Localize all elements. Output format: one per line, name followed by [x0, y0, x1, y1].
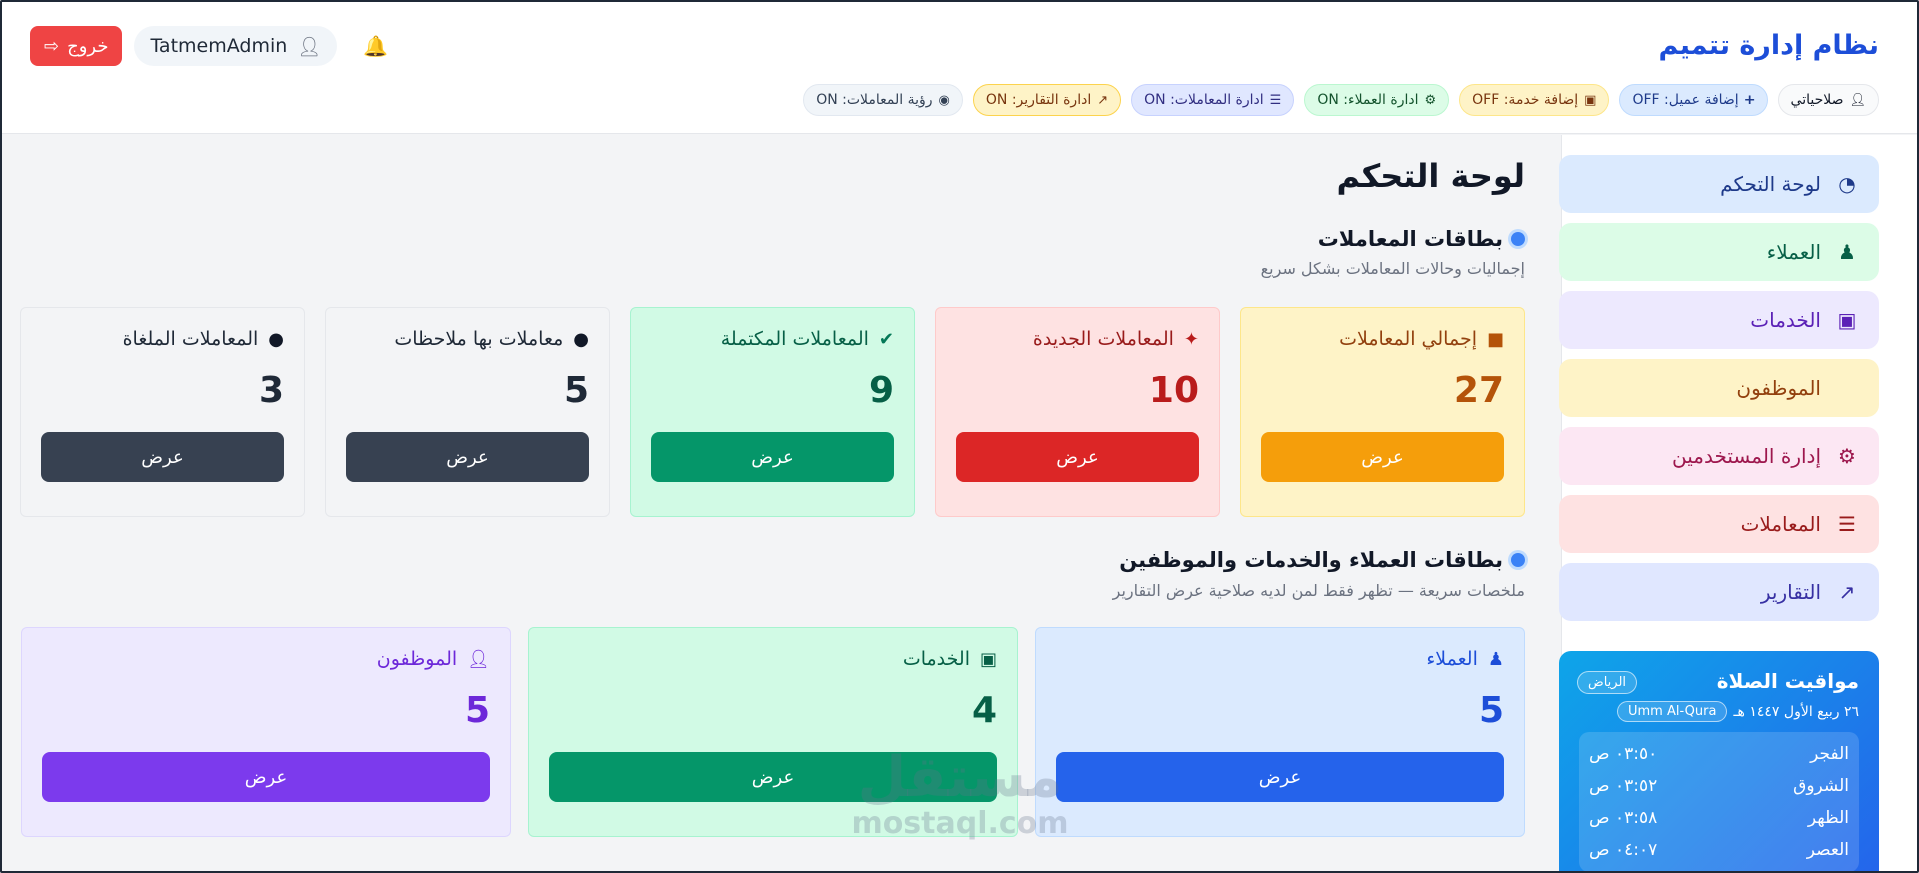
permissions-title: 👤︎ صلاحياتي [1777, 84, 1879, 116]
list-check-icon: ☰ [1269, 92, 1282, 108]
view-button[interactable]: عرض [41, 432, 284, 482]
hijri-date-row: ٢٦ ربيع الأول ١٤٤٧ هـ Umm Al-Qura [1579, 701, 1859, 722]
circle-icon: ● [573, 328, 589, 350]
perm-add-service: ▣ إضافة خدمة: OFF [1459, 84, 1610, 116]
view-button[interactable]: عرض [1261, 432, 1504, 482]
card-value: 5 [1478, 690, 1504, 731]
sidebar-item-dashboard[interactable]: ◔ لوحة التحكم [1559, 155, 1879, 213]
card-title: ■ إجمالي المعاملات [1339, 328, 1504, 350]
sidebar-item-services[interactable]: ▣ الخدمات [1559, 291, 1879, 349]
sidebar-item-transactions[interactable]: ☰ المعاملات [1559, 495, 1879, 553]
card-title: ✔ المعاملات المكتملة [720, 328, 894, 350]
view-button[interactable]: عرض [42, 752, 490, 802]
transactions-section-subtitle: إجماليات وحالات المعاملات بشكل سريع [1260, 259, 1525, 278]
card-title: ✦ المعاملات الجديدة [1032, 328, 1199, 350]
gauge-icon: ◔ [1838, 172, 1856, 196]
section-dot [1511, 232, 1525, 246]
sidebar-item-reports[interactable]: ↗ التقارير [1559, 563, 1879, 621]
card-title: 👤︎ الموظفون [376, 648, 490, 670]
sidebar-item-user-management[interactable]: ⚙ إدارة المستخدمين [1559, 427, 1879, 485]
user-icon: 👤︎ [467, 648, 490, 670]
user-menu[interactable]: TatmemAdmin 👤︎ [134, 26, 338, 66]
view-button[interactable]: عرض [1056, 752, 1504, 802]
username: TatmemAdmin [150, 35, 288, 57]
card-value: 27 [1453, 370, 1504, 411]
view-button[interactable]: عرض [549, 752, 997, 802]
prayer-row: العصر ٠٤:٠٧ ص [1589, 840, 1849, 860]
sidebar: ◔ لوحة التحكم ♟ العملاء ▣ الخدمات الموظف… [1559, 135, 1917, 873]
perm-manage-clients: ⚙ ادارة العملاء: ON [1304, 84, 1450, 116]
users-icon: ♟ [1838, 240, 1856, 264]
prayer-times-list: الفجر ٠٣:٥٠ ص الشروق ٠٣:٥٢ ص الظهر ٠٣:٥٨… [1579, 732, 1859, 872]
clipboard-icon: ■ [1486, 328, 1504, 350]
top-header: نظام إدارة تتميم ⇨ خروج TatmemAdmin 👤︎ 🔔… [2, 2, 1917, 134]
sparkles-icon: ✦ [1183, 328, 1199, 350]
sidebar-item-employees[interactable]: الموظفون [1559, 359, 1879, 417]
view-button[interactable]: عرض [346, 432, 589, 482]
brand-title: نظام إدارة تتميم [1658, 30, 1879, 61]
bell-icon[interactable]: 🔔 [363, 34, 388, 58]
user-plus-icon: ➕︎ [1744, 92, 1755, 108]
card-value: 9 [868, 370, 894, 411]
perm-add-client: ➕︎ إضافة عميل: OFF [1619, 84, 1768, 116]
card-title: ● المعاملات الملغاة [122, 328, 284, 350]
prayer-row: الفجر ٠٣:٥٠ ص [1589, 744, 1849, 764]
card-title: ▣ الخدمات [902, 648, 997, 670]
card-value: 3 [258, 370, 284, 411]
card-clients: ♟ العملاء 5 عرض [1035, 627, 1525, 837]
main-content: لوحة التحكم بطاقات المعاملات إجماليات وح… [2, 135, 1561, 871]
header-actions: ⇨ خروج TatmemAdmin 👤︎ 🔔 [30, 26, 388, 66]
prayer-row: الظهر ٠٣:٥٨ ص [1589, 808, 1849, 828]
transactions-section-title: بطاقات المعاملات [1318, 227, 1525, 251]
eye-icon: ◉ [938, 92, 950, 108]
city-badge: الرياض [1577, 671, 1638, 694]
card-new-transactions: ✦ المعاملات الجديدة 10 عرض [935, 307, 1220, 517]
view-button[interactable]: عرض [956, 432, 1199, 482]
chart-line-icon: ↗ [1097, 92, 1109, 108]
chart-line-icon: ↗ [1838, 580, 1856, 604]
card-services: ▣ الخدمات 4 عرض [528, 627, 1018, 837]
perm-manage-reports: ↗ ادارة التقارير: ON [972, 84, 1122, 116]
logout-label: خروج [67, 35, 109, 57]
logout-button[interactable]: ⇨ خروج [30, 26, 123, 66]
users-icon: ♟ [1487, 648, 1504, 670]
user-gear-icon: ⚙ [1424, 92, 1437, 108]
prayer-row: الشروق ٠٣:٥٢ ص [1589, 776, 1849, 796]
list-check-icon: ☰ [1838, 512, 1856, 536]
prayer-times-widget: مواقيت الصلاة الرياض ٢٦ ربيع الأول ١٤٤٧ … [1559, 651, 1879, 873]
card-title: ● معاملات بها ملاحظات [394, 328, 589, 350]
hijri-date: ٢٦ ربيع الأول ١٤٤٧ هـ [1733, 703, 1859, 720]
card-value: 4 [971, 690, 997, 731]
card-value: 5 [464, 690, 490, 731]
card-notes-transactions: ● معاملات بها ملاحظات 5 عرض [325, 307, 610, 517]
user-shield-icon: 👤︎ [1849, 92, 1866, 108]
user-icon: 👤︎ [297, 35, 322, 58]
logout-icon: ⇨ [44, 35, 60, 57]
card-employees: 👤︎ الموظفون 5 عرض [21, 627, 511, 837]
calendar-badge: Umm Al-Qura [1617, 701, 1728, 722]
card-value: 10 [1148, 370, 1199, 411]
card-total-transactions: ■ إجمالي المعاملات 27 عرض [1240, 307, 1525, 517]
summary-section-title: بطاقات العملاء والخدمات والموظفين [1119, 548, 1525, 572]
view-button[interactable]: عرض [651, 432, 894, 482]
permissions-bar: 👤︎ صلاحياتي ➕︎ إضافة عميل: OFF ▣ إضافة خ… [803, 84, 1879, 116]
summary-section-subtitle: ملخصات سريعة — تظهر فقط لمن لديه صلاحية … [1112, 581, 1525, 600]
card-completed-transactions: ✔ المعاملات المكتملة 9 عرض [630, 307, 915, 517]
circle-icon: ● [268, 328, 284, 350]
page-title: لوحة التحكم [1336, 157, 1526, 195]
card-value: 5 [563, 370, 589, 411]
perm-manage-transactions: ☰ ادارة المعاملات: ON [1131, 84, 1295, 116]
card-title: ♟ العملاء [1426, 648, 1504, 670]
briefcase-icon: ▣ [1837, 308, 1857, 332]
user-gear-icon: ⚙ [1838, 444, 1856, 468]
perm-view-transactions: ◉ رؤية المعاملات: ON [803, 84, 963, 116]
briefcase-plus-icon: ▣ [1584, 92, 1597, 108]
briefcase-icon: ▣ [979, 648, 997, 670]
sidebar-item-clients[interactable]: ♟ العملاء [1559, 223, 1879, 281]
section-dot [1511, 553, 1525, 567]
check-circle-icon: ✔ [878, 328, 894, 350]
card-cancelled-transactions: ● المعاملات الملغاة 3 عرض [20, 307, 305, 517]
